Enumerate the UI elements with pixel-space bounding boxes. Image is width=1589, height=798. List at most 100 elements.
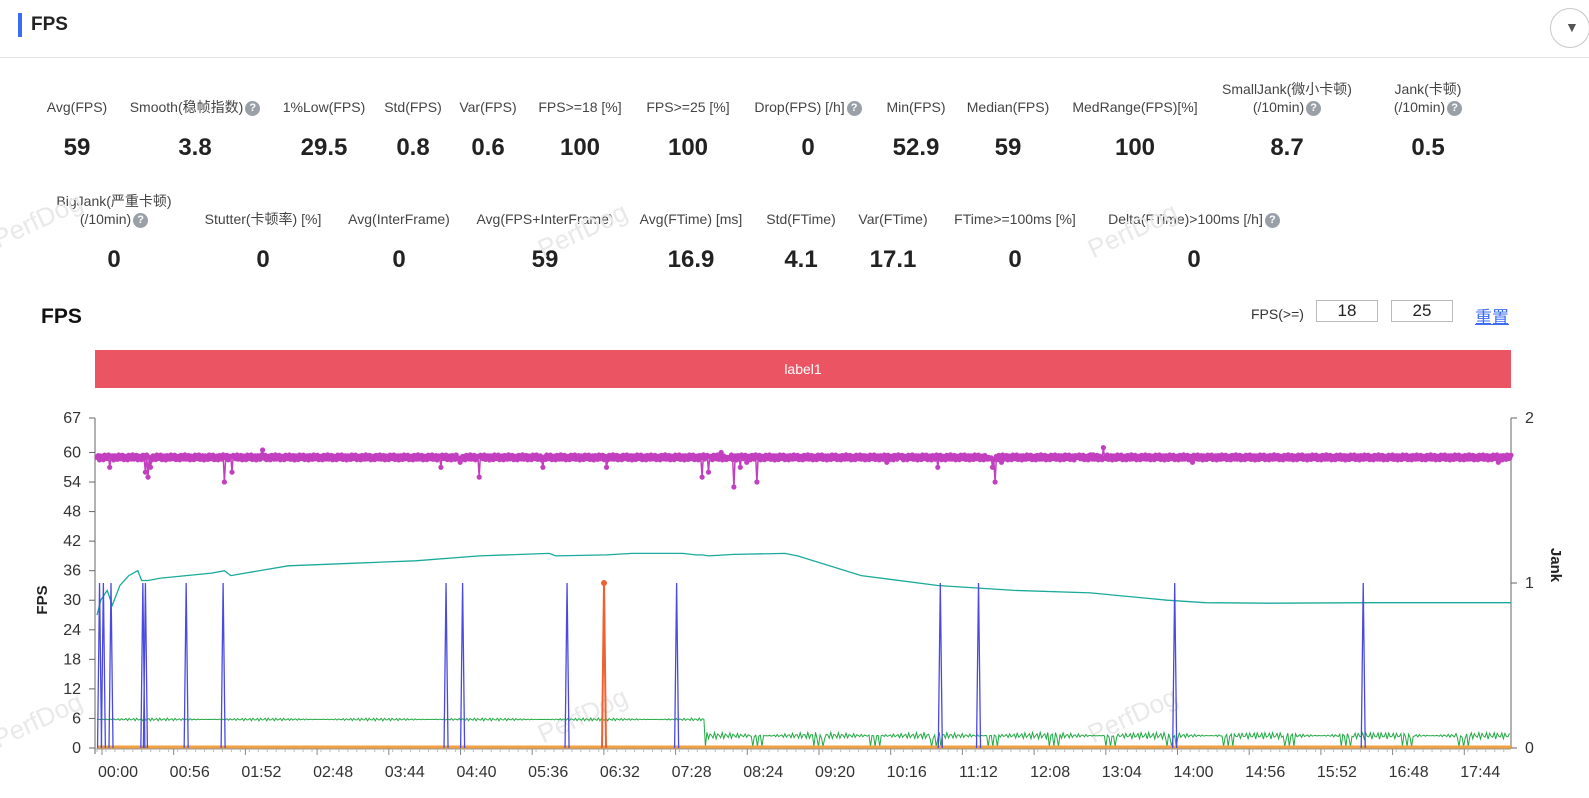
fps-point bbox=[239, 457, 245, 463]
fps-point bbox=[1325, 456, 1331, 462]
fps-point bbox=[187, 457, 193, 463]
fps-point bbox=[933, 452, 940, 458]
fps-point bbox=[172, 452, 178, 458]
threshold-input-1[interactable] bbox=[1316, 300, 1378, 322]
y-tick-label: 24 bbox=[63, 622, 81, 639]
fps-point bbox=[212, 454, 219, 460]
fps-point bbox=[1118, 452, 1124, 458]
fps-point bbox=[503, 454, 509, 461]
fps-point bbox=[472, 457, 478, 463]
fps-point bbox=[1153, 452, 1159, 458]
fps-point bbox=[1344, 453, 1350, 459]
fps-point bbox=[1200, 457, 1206, 463]
fps-point bbox=[996, 452, 1002, 458]
help-icon[interactable]: ? bbox=[133, 213, 149, 228]
section-header: FPS bbox=[0, 0, 1589, 58]
fps-point bbox=[164, 453, 170, 459]
reset-link[interactable]: 重置 bbox=[1475, 303, 1509, 328]
fps-point bbox=[167, 456, 173, 462]
y-tick-label: 18 bbox=[63, 651, 81, 668]
fps-point bbox=[1043, 457, 1049, 463]
fps-point bbox=[1335, 455, 1341, 461]
fps-point bbox=[984, 456, 991, 462]
fps-point bbox=[468, 456, 475, 462]
fps-point bbox=[1065, 455, 1071, 461]
fps-point bbox=[1132, 452, 1138, 458]
fps-point bbox=[1173, 454, 1179, 460]
fps-point bbox=[381, 452, 387, 459]
fps-point bbox=[500, 457, 506, 463]
fps-point bbox=[764, 455, 770, 461]
x-tick-label: 00:56 bbox=[170, 764, 210, 781]
help-icon[interactable]: ? bbox=[1264, 213, 1280, 228]
fps-point bbox=[730, 456, 736, 463]
fps-point bbox=[744, 459, 750, 465]
fps-point bbox=[1471, 457, 1477, 463]
jank-spike bbox=[142, 582, 149, 749]
fps-point bbox=[364, 456, 370, 462]
fps-point bbox=[102, 452, 108, 458]
fps-point bbox=[605, 457, 611, 463]
label-band[interactable]: label1 bbox=[95, 350, 1511, 388]
fps-point bbox=[1040, 455, 1047, 461]
fps-point bbox=[661, 456, 667, 462]
fps-point bbox=[546, 455, 552, 461]
fps-point bbox=[1212, 453, 1219, 459]
fps-point bbox=[1316, 454, 1322, 460]
fps-point bbox=[1137, 457, 1143, 463]
fps-point bbox=[355, 454, 361, 460]
fps-point bbox=[1290, 457, 1296, 463]
fps-point bbox=[745, 454, 751, 460]
jank-spike bbox=[100, 582, 107, 749]
fps-point bbox=[1463, 455, 1469, 461]
fps-point bbox=[788, 454, 794, 460]
fps-point bbox=[695, 457, 701, 463]
fps-point bbox=[666, 452, 672, 459]
fps-point bbox=[1100, 445, 1106, 451]
fps-point bbox=[1341, 453, 1347, 459]
fps-point bbox=[772, 457, 778, 463]
fps-point bbox=[111, 457, 117, 463]
fps-point bbox=[161, 453, 168, 459]
fps-point bbox=[100, 457, 106, 463]
fps-point bbox=[1423, 457, 1429, 463]
fps-point bbox=[974, 455, 980, 461]
fps-point bbox=[218, 454, 224, 461]
fps-point bbox=[1034, 452, 1040, 458]
fps-point bbox=[224, 452, 230, 458]
fps-point bbox=[163, 457, 169, 463]
fps-point bbox=[797, 453, 803, 460]
fps-point bbox=[1214, 457, 1220, 463]
fps-point bbox=[620, 452, 626, 458]
fps-point bbox=[446, 454, 452, 460]
fps-point bbox=[598, 455, 605, 461]
fps-point bbox=[470, 455, 476, 461]
fps-point bbox=[193, 455, 199, 461]
fps-point bbox=[406, 457, 412, 463]
fps-point bbox=[1354, 454, 1360, 460]
fps-point bbox=[332, 454, 338, 460]
fps-point bbox=[881, 452, 887, 458]
fps-point bbox=[1108, 453, 1114, 459]
fps-point bbox=[368, 457, 374, 463]
fps-point bbox=[323, 456, 329, 462]
fps-point bbox=[1155, 455, 1161, 462]
fps-point bbox=[750, 455, 756, 461]
fps-point bbox=[874, 454, 880, 460]
fps-point bbox=[1498, 453, 1504, 459]
fps-point bbox=[956, 457, 963, 463]
fps-point bbox=[1089, 456, 1095, 462]
help-icon[interactable]: ? bbox=[1306, 101, 1322, 116]
fps-chart[interactable]: 0612182430364248546067012FPSJank00:00 00:… bbox=[0, 0, 1589, 798]
fps-point bbox=[1178, 455, 1184, 461]
fps-point bbox=[953, 457, 959, 463]
fps-point bbox=[1266, 457, 1272, 463]
fps-point bbox=[1233, 452, 1239, 458]
help-icon[interactable]: ? bbox=[1447, 101, 1463, 116]
fps-point bbox=[712, 455, 718, 461]
threshold-input-2[interactable] bbox=[1391, 300, 1453, 322]
collapse-button[interactable]: ▼ bbox=[1550, 8, 1589, 48]
fps-point bbox=[1351, 452, 1357, 458]
fps-point bbox=[252, 453, 258, 459]
y-tick-label: 60 bbox=[63, 444, 81, 461]
